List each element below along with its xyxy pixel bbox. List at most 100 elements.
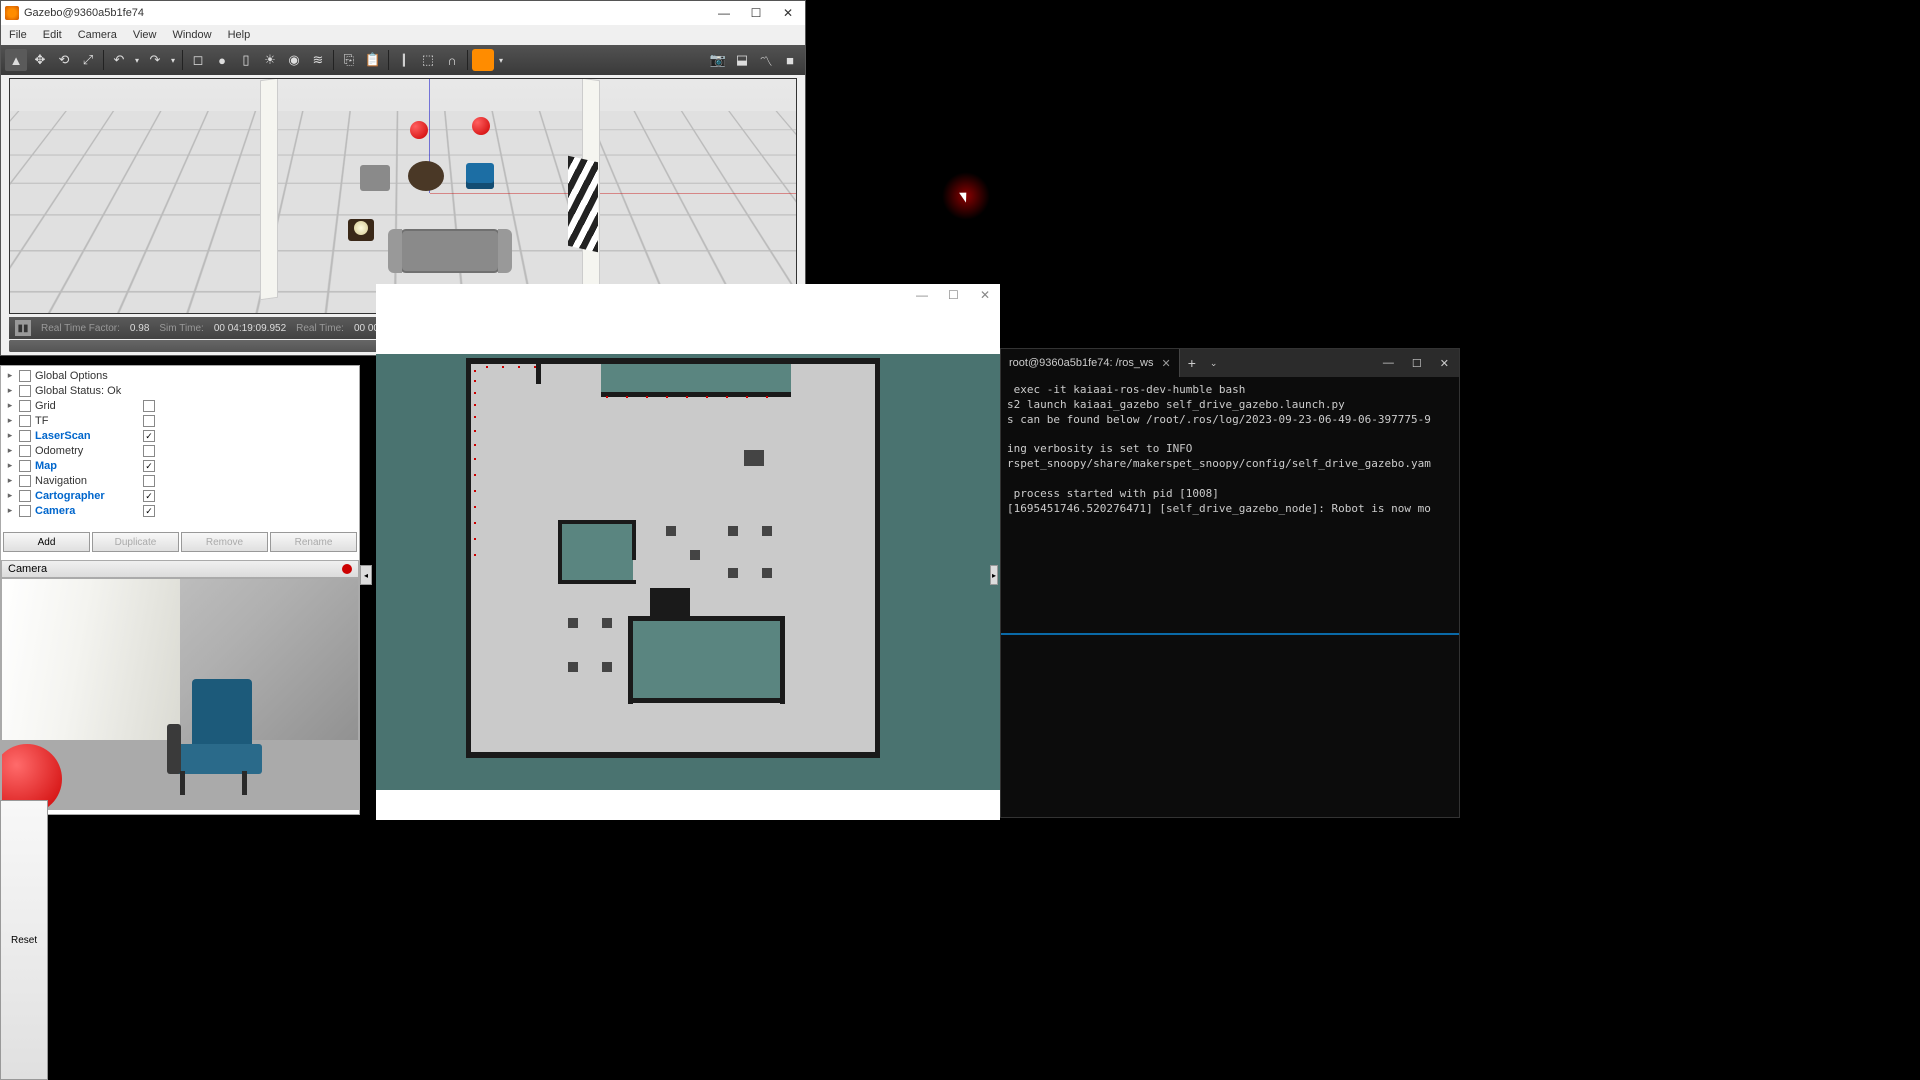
box-tool[interactable]: ◻ (187, 49, 209, 71)
expand-icon[interactable]: ▸ (5, 400, 15, 411)
terminal-minimize[interactable]: — (1383, 357, 1394, 370)
expand-icon[interactable]: ▸ (5, 490, 15, 501)
close-button[interactable]: ✕ (781, 6, 795, 20)
gazebo-3d-viewport[interactable] (9, 78, 797, 314)
display-type-icon (19, 445, 31, 457)
expand-icon[interactable]: ▸ (5, 505, 15, 516)
plot-tool[interactable]: 〽 (755, 49, 777, 71)
rviz-item-cartographer[interactable]: ▸ Cartographer ✓ (5, 488, 355, 503)
align-tool[interactable]: ⎹⎸ (393, 49, 415, 71)
display-type-icon (19, 400, 31, 412)
add-display-button[interactable]: Add (3, 532, 90, 552)
rviz-item-tf[interactable]: ▸TF (5, 413, 355, 428)
menu-view[interactable]: View (133, 29, 157, 41)
remove-display-button[interactable]: Remove (181, 532, 268, 552)
redo-tool[interactable]: ↷ (144, 49, 166, 71)
rviz-item-global-status-ok[interactable]: ▸Global Status: Ok (5, 383, 355, 398)
record-tool[interactable]: ■ (779, 49, 801, 71)
rviz-camera-view[interactable] (1, 578, 359, 810)
rotate-tool[interactable]: ⟲ (53, 49, 75, 71)
map-close-button[interactable]: ✕ (980, 288, 994, 302)
display-enable-checkbox[interactable]: ✓ (143, 460, 155, 472)
light-point-tool[interactable]: ☀ (259, 49, 281, 71)
display-type-icon (19, 415, 31, 427)
magnet-tool[interactable]: ∩ (441, 49, 463, 71)
terminal-pane-divider[interactable] (1001, 633, 1459, 635)
rviz-camera-panel-header[interactable]: Camera (1, 560, 359, 578)
select-tool[interactable]: ▲ (5, 49, 27, 71)
rviz-map-window: — ☐ ✕ (376, 284, 1000, 820)
display-enable-checkbox[interactable] (143, 475, 155, 487)
rviz-reset-button[interactable]: Reset (0, 800, 48, 1080)
selection-highlight-tool[interactable] (472, 49, 494, 71)
undo-tool[interactable]: ↶ (108, 49, 130, 71)
light-dir-tool[interactable]: ≋ (307, 49, 329, 71)
rviz-item-grid[interactable]: ▸Grid (5, 398, 355, 413)
menu-camera[interactable]: Camera (78, 29, 117, 41)
pause-button[interactable]: ▮▮ (15, 320, 31, 336)
terminal-tab-close[interactable]: ✕ (1161, 357, 1170, 370)
display-label: Camera (35, 505, 139, 517)
light-spot-tool[interactable]: ◉ (283, 49, 305, 71)
terminal-maximize[interactable]: ☐ (1412, 357, 1422, 370)
scale-tool[interactable]: ⤢ (77, 49, 99, 71)
menu-file[interactable]: File (9, 29, 27, 41)
maximize-button[interactable]: ☐ (749, 6, 763, 20)
display-enable-checkbox[interactable] (143, 445, 155, 457)
display-enable-checkbox[interactable]: ✓ (143, 430, 155, 442)
display-type-icon (19, 460, 31, 472)
rtf-label: Real Time Factor: (41, 323, 120, 334)
rename-display-button[interactable]: Rename (270, 532, 357, 552)
display-enable-checkbox[interactable] (143, 400, 155, 412)
terminal-tab-dropdown[interactable]: ⌄ (1204, 358, 1224, 369)
panel-collapse-left[interactable]: ◂ (360, 565, 372, 585)
display-enable-checkbox[interactable] (143, 415, 155, 427)
copy-tool[interactable]: ⎘ (338, 49, 360, 71)
rviz-item-navigation[interactable]: ▸Navigation (5, 473, 355, 488)
redo-dropdown[interactable]: ▾ (168, 49, 178, 71)
cylinder-tool[interactable]: ▯ (235, 49, 257, 71)
paste-tool[interactable]: 📋 (362, 49, 384, 71)
log-tool[interactable]: ⬓ (731, 49, 753, 71)
display-enable-checkbox[interactable]: ✓ (143, 490, 155, 502)
rviz-item-laserscan[interactable]: ▸LaserScan✓ (5, 428, 355, 443)
rviz-item-global-options[interactable]: ▸Global Options (5, 368, 355, 383)
display-enable-checkbox[interactable]: ✓ (143, 505, 155, 517)
duplicate-display-button[interactable]: Duplicate (92, 532, 179, 552)
menu-window[interactable]: Window (172, 29, 211, 41)
expand-icon[interactable]: ▸ (5, 385, 15, 396)
translate-tool[interactable]: ✥ (29, 49, 51, 71)
menu-edit[interactable]: Edit (43, 29, 62, 41)
map-maximize-button[interactable]: ☐ (948, 288, 962, 302)
panel-collapse-right[interactable]: ▸ (990, 565, 998, 585)
selection-dropdown[interactable]: ▾ (496, 49, 506, 71)
map-minimize-button[interactable]: — (916, 288, 930, 302)
terminal-new-tab[interactable]: + (1180, 355, 1204, 371)
sphere-tool[interactable]: ● (211, 49, 233, 71)
expand-icon[interactable]: ▸ (5, 415, 15, 426)
terminal-output[interactable]: exec -it kaiaai-ros-dev-humble bash s2 l… (1001, 377, 1459, 523)
simtime-label: Sim Time: (159, 323, 203, 334)
undo-dropdown[interactable]: ▾ (132, 49, 142, 71)
terminal-close[interactable]: ✕ (1440, 357, 1449, 370)
minimize-button[interactable]: — (717, 6, 731, 20)
expand-icon[interactable]: ▸ (5, 460, 15, 471)
gazebo-titlebar[interactable]: Gazebo@9360a5b1fe74 — ☐ ✕ (1, 1, 805, 25)
display-label: Cartographer (35, 490, 139, 502)
expand-icon[interactable]: ▸ (5, 430, 15, 441)
expand-icon[interactable]: ▸ (5, 475, 15, 486)
expand-icon[interactable]: ▸ (5, 445, 15, 456)
map-canvas[interactable] (376, 354, 1000, 790)
rviz-item-odometry[interactable]: ▸Odometry (5, 443, 355, 458)
snap-tool[interactable]: ⬚ (417, 49, 439, 71)
expand-icon[interactable]: ▸ (5, 370, 15, 381)
rviz-item-map[interactable]: ▸Map✓ (5, 458, 355, 473)
rviz-displays-panel: ▸Global Options▸Global Status: Ok▸Grid▸T… (0, 365, 360, 815)
terminal-titlebar[interactable]: root@9360a5b1fe74: /ros_ws ✕ + ⌄ — ☐ ✕ (1001, 349, 1459, 377)
camera-chair (172, 679, 262, 789)
rviz-item-camera[interactable]: ▸ Camera ✓ (5, 503, 355, 518)
display-type-icon (19, 490, 31, 502)
screenshot-tool[interactable]: 📷 (707, 49, 729, 71)
menu-help[interactable]: Help (228, 29, 251, 41)
terminal-tab[interactable]: root@9360a5b1fe74: /ros_ws ✕ (1001, 349, 1180, 377)
